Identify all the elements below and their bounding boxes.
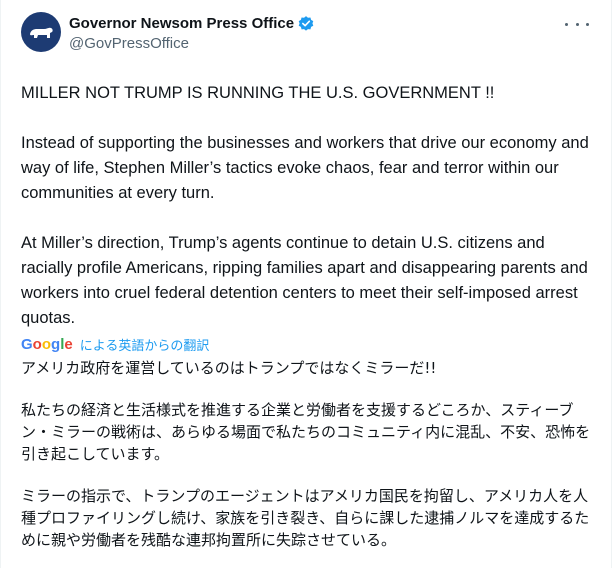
tweet-paragraph: Instead of supporting the businesses and… — [21, 134, 589, 202]
tweet-text: MILLER NOT TRUMP IS RUNNING THE U.S. GOV… — [21, 81, 595, 331]
translation-source[interactable]: Google による英語からの翻訳 — [21, 333, 595, 355]
avatar[interactable] — [21, 12, 61, 52]
tweet-header: Governor Newsom Press Office @GovPressOf… — [21, 12, 595, 60]
verified-badge-icon[interactable] — [297, 15, 315, 33]
translated-paragraph: アメリカ政府を運営しているのはトランプではなくミラーだ!! — [21, 359, 437, 377]
google-logo: Google — [21, 335, 73, 353]
author-name-row: Governor Newsom Press Office — [69, 14, 315, 34]
translated-paragraph: 私たちの経済と生活様式を推進する企業と労働者を支援するどころか、スティーブン・ミ… — [21, 401, 591, 463]
tweet-paragraph: MILLER NOT TRUMP IS RUNNING THE U.S. GOV… — [21, 84, 495, 102]
more-options-icon[interactable] — [565, 16, 589, 32]
california-bear-icon — [30, 27, 53, 38]
tweet-card: Governor Newsom Press Office @GovPressOf… — [0, 0, 612, 568]
tweet-paragraph: At Miller’s direction, Trump’s agents co… — [21, 234, 588, 327]
translated-text: アメリカ政府を運営しているのはトランプではなくミラーだ!! 私たちの経済と生活様… — [21, 357, 595, 551]
author-handle[interactable]: @GovPressOffice — [69, 34, 315, 54]
more-dot — [565, 22, 568, 26]
translation-label[interactable]: による英語からの翻訳 — [80, 335, 210, 354]
more-dot — [575, 22, 579, 26]
author-names: Governor Newsom Press Office @GovPressOf… — [69, 12, 315, 54]
author-display-name[interactable]: Governor Newsom Press Office — [69, 14, 294, 34]
more-dot — [586, 22, 589, 26]
translated-paragraph: ミラーの指示で、トランプのエージェントはアメリカ国民を拘留し、アメリカ人を人種プ… — [21, 487, 590, 549]
